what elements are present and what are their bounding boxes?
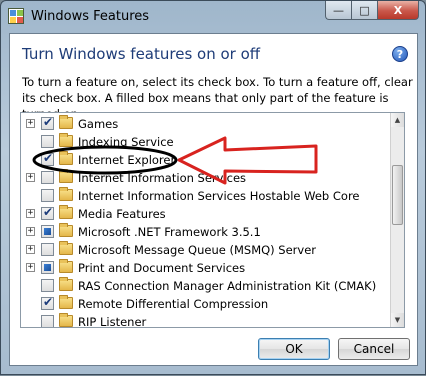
feature-checkbox[interactable] bbox=[41, 261, 54, 274]
scroll-up-icon[interactable]: ▲ bbox=[391, 113, 404, 127]
cancel-button[interactable]: Cancel bbox=[338, 338, 410, 360]
dialog-heading: Turn Windows features on or off bbox=[22, 45, 261, 63]
feature-label: Indexing Service bbox=[78, 135, 174, 149]
folder-icon bbox=[59, 115, 73, 129]
feature-checkbox[interactable] bbox=[41, 295, 54, 310]
expand-plus-icon[interactable]: + bbox=[26, 245, 35, 254]
feature-row[interactable]: + Print and Document Services bbox=[21, 259, 391, 277]
feature-label: Microsoft .NET Framework 3.5.1 bbox=[78, 225, 261, 239]
feature-row[interactable]: Internet Explorer bbox=[21, 151, 391, 169]
feature-row[interactable]: RIP Listener bbox=[21, 313, 391, 328]
folder-icon bbox=[59, 151, 73, 165]
folder-icon bbox=[59, 223, 73, 237]
expand-plus-icon[interactable]: + bbox=[26, 227, 35, 236]
feature-row[interactable]: RAS Connection Manager Administration Ki… bbox=[21, 277, 391, 295]
feature-checkbox[interactable] bbox=[41, 279, 54, 292]
close-button[interactable]: X bbox=[377, 1, 419, 20]
folder-icon bbox=[59, 295, 73, 309]
minimize-button[interactable]: — bbox=[325, 1, 351, 20]
feature-label: Internet Explorer bbox=[78, 153, 176, 167]
feature-checkbox[interactable] bbox=[41, 225, 54, 238]
folder-icon bbox=[59, 313, 73, 327]
expand-plus-icon[interactable]: + bbox=[26, 263, 35, 272]
windows-features-icon bbox=[8, 8, 24, 24]
expand-plus-icon[interactable]: + bbox=[26, 173, 35, 182]
folder-icon bbox=[59, 133, 73, 147]
feature-label: Internet Information Services bbox=[78, 171, 247, 185]
feature-checkbox[interactable] bbox=[41, 189, 54, 202]
maximize-button[interactable]: □ bbox=[351, 1, 377, 20]
feature-row[interactable]: + Microsoft Message Queue (MSMQ) Server bbox=[21, 241, 391, 259]
feature-label: RIP Listener bbox=[78, 315, 147, 328]
scroll-thumb[interactable] bbox=[392, 165, 403, 225]
feature-row[interactable]: Remote Differential Compression bbox=[21, 295, 391, 313]
expand-plus-icon[interactable]: + bbox=[26, 209, 35, 218]
title-bar[interactable]: Windows Features — □ X bbox=[1, 1, 425, 33]
feature-checkbox[interactable] bbox=[41, 315, 54, 327]
feature-row[interactable]: + Games bbox=[21, 115, 391, 133]
feature-checkbox[interactable] bbox=[41, 205, 54, 220]
feature-row[interactable]: + Microsoft .NET Framework 3.5.1 bbox=[21, 223, 391, 241]
folder-icon bbox=[59, 241, 73, 255]
folder-icon bbox=[59, 277, 73, 291]
feature-checkbox[interactable] bbox=[41, 171, 54, 184]
scroll-down-icon[interactable]: ▼ bbox=[391, 313, 404, 327]
folder-icon bbox=[59, 259, 73, 273]
feature-label: Print and Document Services bbox=[78, 261, 246, 275]
feature-label: Internet Information Services Hostable W… bbox=[78, 189, 360, 203]
folder-icon bbox=[59, 169, 73, 183]
window-title: Windows Features bbox=[31, 9, 150, 24]
feature-label: Media Features bbox=[78, 207, 166, 221]
help-icon[interactable]: ? bbox=[392, 46, 408, 62]
feature-checkbox[interactable] bbox=[41, 151, 54, 166]
vertical-scrollbar[interactable]: ▲ ▼ bbox=[390, 113, 404, 327]
windows-features-dialog: Windows Features — □ X Turn Windows feat… bbox=[0, 0, 426, 375]
ok-button[interactable]: OK bbox=[258, 338, 330, 360]
folder-icon bbox=[59, 187, 73, 201]
feature-checkbox[interactable] bbox=[41, 243, 54, 256]
feature-row[interactable]: Internet Information Services Hostable W… bbox=[21, 187, 391, 205]
feature-label: Microsoft Message Queue (MSMQ) Server bbox=[78, 243, 317, 257]
features-list: + Games Indexing Service Internet Explorer +… bbox=[21, 113, 391, 327]
feature-label: Games bbox=[78, 117, 119, 131]
dialog-content: Turn Windows features on or off ? To tur… bbox=[9, 33, 418, 366]
feature-checkbox[interactable] bbox=[41, 135, 54, 148]
feature-label: RAS Connection Manager Administration Ki… bbox=[78, 279, 377, 293]
folder-icon bbox=[59, 205, 73, 219]
caption-buttons: — □ X bbox=[325, 1, 419, 21]
feature-checkbox[interactable] bbox=[41, 115, 54, 130]
feature-row[interactable]: + Internet Information Services bbox=[21, 169, 391, 187]
expand-plus-icon[interactable]: + bbox=[26, 119, 35, 128]
feature-row[interactable]: + Media Features bbox=[21, 205, 391, 223]
feature-row[interactable]: Indexing Service bbox=[21, 133, 391, 151]
features-tree[interactable]: + Games Indexing Service Internet Explorer +… bbox=[20, 112, 405, 328]
feature-label: Remote Differential Compression bbox=[78, 297, 269, 311]
